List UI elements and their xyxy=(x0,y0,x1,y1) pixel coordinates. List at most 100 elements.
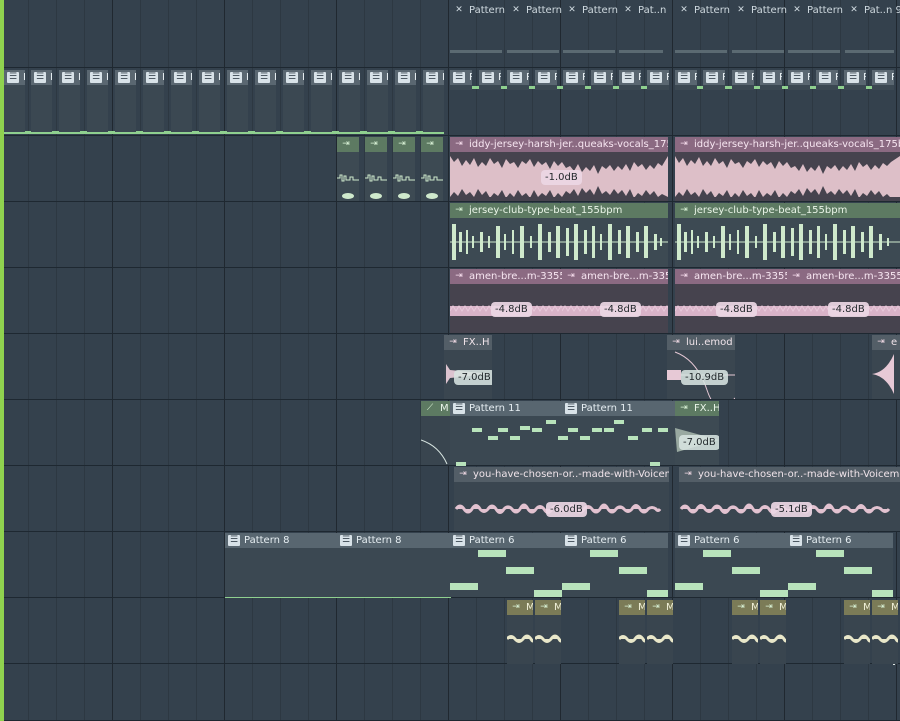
track-lane[interactable] xyxy=(0,664,900,721)
pattern-clip[interactable]: ☰P xyxy=(535,70,557,90)
pattern-icon: ☰ xyxy=(763,72,775,83)
pattern-clip[interactable]: ☰P xyxy=(732,70,754,90)
pattern-clip[interactable]: ☰P xyxy=(171,70,192,132)
pattern-clip[interactable]: ☰P xyxy=(844,70,866,90)
pattern-clip[interactable]: ☰P xyxy=(4,70,25,132)
audio-clip[interactable]: ⇥ FX..H -7.0dB xyxy=(444,335,492,399)
clip-label: P xyxy=(50,72,52,83)
audio-clip[interactable]: ⇥ xyxy=(393,137,415,201)
pattern-clip[interactable]: ✕ Pattern 9 xyxy=(675,3,733,65)
pattern-clip[interactable]: ✕ Pattern 9 xyxy=(563,3,621,65)
pattern-clip[interactable]: ☰P xyxy=(507,70,529,90)
audio-clip[interactable]: ⇥ xyxy=(365,137,387,201)
pattern-clip[interactable]: ☰P xyxy=(87,70,108,132)
pattern-clip[interactable]: ✕ Pattern 9 xyxy=(788,3,846,65)
pattern-icon: ☰ xyxy=(118,72,130,83)
pattern-clip[interactable]: ☰P xyxy=(563,70,585,90)
audio-clip[interactable]: ⇥ amen-bre...m-335522 -4.8dB xyxy=(450,269,563,333)
audio-clip[interactable]: ⇥ you-have-chosen-or..-made-with-Voicemod… xyxy=(454,467,669,531)
clip-label: amen-bre...m-335522 xyxy=(806,271,900,282)
pattern-clip[interactable]: ☰P xyxy=(423,70,444,132)
pattern-clip[interactable]: ☰P xyxy=(31,70,52,132)
pattern-clip[interactable]: ☰P xyxy=(760,70,782,90)
pattern-clip[interactable]: ☰ Pattern 11 xyxy=(450,401,564,465)
pattern-clip[interactable]: ☰P xyxy=(143,70,164,132)
pattern-clip[interactable]: ☰P xyxy=(255,70,276,132)
audio-clip[interactable]: ⇥ M xyxy=(844,600,870,664)
pattern-clip[interactable]: ✕ Pat..n 9 xyxy=(845,3,900,65)
audio-clip[interactable]: ⇥ amen-bre...m-335522 -4.8dB xyxy=(787,269,900,333)
audio-clip-icon: ⇥ xyxy=(652,602,660,612)
audio-clip[interactable]: ⇥ iddy-jersey-harsh-jer..queaks-vocals_17… xyxy=(450,137,668,201)
pattern-note xyxy=(456,462,466,466)
volume-label: -4.8dB xyxy=(600,302,641,317)
audio-clip-icon: ⇥ xyxy=(849,602,857,612)
audio-clip[interactable]: ⇥ jersey-club-type-beat_155bpm xyxy=(450,203,668,267)
pattern-clip[interactable]: ☰ Pattern 8 xyxy=(337,533,451,597)
close-icon: ✕ xyxy=(512,5,520,15)
audio-clip[interactable]: ⇥ lui..emod -10.9dB xyxy=(667,335,735,399)
audio-clip-icon: ⇥ xyxy=(877,337,885,347)
pattern-clip[interactable]: ☰P xyxy=(450,70,472,90)
audio-clip[interactable]: ⇥ iddy-jersey-harsh-jer..queaks-vocals_17… xyxy=(675,137,900,201)
volume-label: -10.9dB xyxy=(681,370,729,385)
pattern-clip[interactable]: ☰P xyxy=(788,70,810,90)
pattern-clip[interactable]: ☰P xyxy=(479,70,501,90)
pattern-clip[interactable]: ☰P xyxy=(283,70,304,132)
pattern-clip[interactable]: ☰P xyxy=(311,70,332,132)
waveform xyxy=(535,634,561,643)
pattern-clip[interactable]: ☰P xyxy=(199,70,220,132)
clip-label: P xyxy=(554,72,557,83)
audio-clip[interactable]: ⇥ xyxy=(337,137,359,201)
pattern-clip[interactable]: ☰P xyxy=(872,70,894,90)
pattern-clip[interactable]: ✕ Pattern 9 xyxy=(732,3,790,65)
pattern-icon: ☰ xyxy=(650,72,662,83)
pattern-clip[interactable]: ☰P xyxy=(816,70,838,90)
clip-label: P xyxy=(666,72,669,83)
playlist-editor[interactable]: ✕Pattern 9 ✕Pattern 9 ✕Pattern 9 ✕Pat..n… xyxy=(0,0,900,721)
pattern-icon: ☰ xyxy=(565,403,577,414)
pattern-clip[interactable]: ☰P xyxy=(59,70,80,132)
audio-clip[interactable]: ⇥ M xyxy=(760,600,786,664)
audio-clip[interactable]: ⇥ M xyxy=(647,600,673,664)
pattern-clip[interactable]: ✕ Pat..n 9 xyxy=(619,3,669,65)
audio-clip[interactable]: ⇥ amen-bre...m-335522 -4.8dB xyxy=(562,269,668,333)
pattern-clip[interactable]: ☰P xyxy=(395,70,416,132)
audio-clip[interactable]: ⇥ M xyxy=(619,600,645,664)
audio-clip[interactable]: ⇥ M xyxy=(732,600,758,664)
pattern-clip[interactable]: ☰P xyxy=(647,70,669,90)
audio-clip[interactable]: ⇥ jersey-club-type-beat_155bpm xyxy=(675,203,900,267)
pattern-clip[interactable]: ✕ Pattern 9 xyxy=(450,3,508,65)
pattern-clip[interactable]: ☰ Pattern 11 xyxy=(562,401,676,465)
audio-clip[interactable]: ⇥ M xyxy=(507,600,533,664)
audio-clip[interactable]: ⇥ M xyxy=(535,600,561,664)
audio-clip[interactable]: ⇥ FX..H -7.0dB xyxy=(675,401,719,465)
waveform xyxy=(872,354,894,394)
pattern-icon: ☰ xyxy=(510,72,522,83)
pattern-icon: ☰ xyxy=(538,72,550,83)
pattern-clip[interactable]: ✕ Pattern 9 xyxy=(507,3,565,65)
pattern-clip[interactable]: ☰P xyxy=(619,70,641,90)
clip-label: you-have-chosen-or..-made-with-Voicemod xyxy=(473,469,669,480)
audio-clip-icon: ⇥ xyxy=(512,602,520,612)
clip-label: P xyxy=(190,72,192,83)
pattern-clip[interactable]: ☰P xyxy=(339,70,360,132)
audio-clip[interactable]: ⇥ M xyxy=(872,600,898,664)
audio-clip[interactable]: ⇥ xyxy=(421,137,443,201)
pattern-clip[interactable]: ☰P xyxy=(367,70,388,132)
pattern-clip[interactable]: ☰P xyxy=(703,70,725,90)
playhead[interactable] xyxy=(0,0,4,721)
pattern-clip[interactable]: ☰P xyxy=(227,70,248,132)
pattern-clip[interactable]: ☰ Pattern 8 xyxy=(225,533,339,597)
pattern-clip[interactable]: ☰P xyxy=(675,70,697,90)
pattern-clip[interactable]: ☰P xyxy=(115,70,136,132)
audio-clip[interactable]: ⇥ e xyxy=(872,335,900,399)
pattern-clip[interactable]: ☰P xyxy=(591,70,613,90)
pattern-note xyxy=(546,420,556,424)
pattern-note xyxy=(488,436,498,440)
audio-clip[interactable]: ⇥ you-have-chosen-or..-made-with-Voicemod… xyxy=(679,467,900,531)
clip-label: Pat..n 9 xyxy=(864,5,900,16)
audio-clip[interactable]: ⇥ amen-bre...m-335522 -4.8dB xyxy=(675,269,788,333)
clip-label: P xyxy=(863,72,866,83)
automation-clip[interactable]: ⟋ M xyxy=(421,401,451,465)
